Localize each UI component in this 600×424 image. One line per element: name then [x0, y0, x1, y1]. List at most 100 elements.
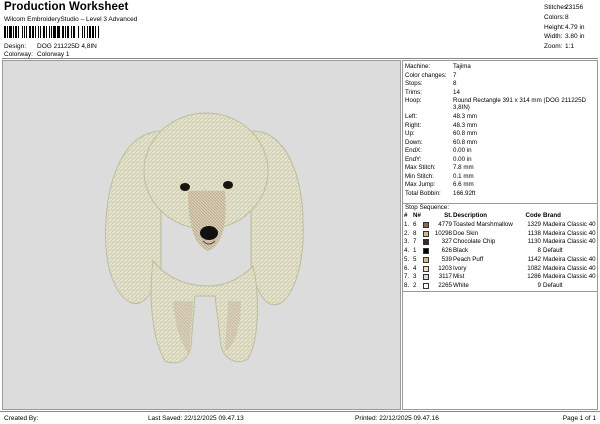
- info-value: 14: [453, 88, 460, 96]
- info-row: Down: 60.8 mm: [405, 139, 597, 148]
- info-row: Right: 48.3 mm: [405, 122, 597, 131]
- printed-date: Printed: 22/12/2025 09.47.16: [355, 415, 439, 422]
- info-label: Left:: [405, 113, 418, 120]
- thread-code: 9: [537, 281, 541, 289]
- thread-description: Toasted Marshmallow: [453, 221, 513, 228]
- stop-sequence-title: Stop Sequence:: [405, 204, 450, 211]
- col-header-stitches: St.: [444, 212, 452, 219]
- info-value: 48.3 mm: [453, 121, 478, 129]
- thread-description: White: [453, 281, 469, 289]
- stat-label: Height:: [544, 23, 565, 31]
- stop-sequence-row: 1. 6 4779 Toasted Marshmallow 1329 Madeira Cl…: [403, 221, 599, 230]
- section-divider: [403, 291, 597, 292]
- stat-value: 8: [565, 13, 569, 21]
- thread-description: Chocolate Chip: [453, 238, 496, 246]
- stat-value: 1:1: [565, 43, 575, 51]
- info-label: Up:: [405, 130, 415, 137]
- info-label: Stops:: [405, 80, 423, 87]
- thread-code: 1286: [527, 273, 541, 281]
- info-row: Max Stitch: 7.8 mm: [405, 164, 597, 173]
- thread-brand: Default: [543, 247, 563, 255]
- col-header-code: Code: [525, 212, 541, 219]
- created-by: Created By:: [4, 415, 39, 422]
- info-row: Max Jump: 6.6 mm: [405, 181, 597, 190]
- thread-code: 1130: [527, 238, 541, 246]
- stat-stitches: Stitches: 23156: [544, 3, 596, 13]
- thread-code: 1082: [527, 264, 541, 272]
- info-row: Hoop: Round Rectangle 391 x 314 mm (DOG 2…: [405, 97, 597, 113]
- barcode-bar: [98, 26, 101, 38]
- thread-code: 1138: [527, 229, 541, 237]
- stat-height: Height: 4.79 in: [544, 23, 596, 33]
- stop-sequence-row: 2. 8 10298 Doe Skin 1138 Madeira Classic 40: [403, 230, 599, 239]
- info-label: Max Jump:: [405, 181, 436, 188]
- info-label: Machine:: [405, 63, 431, 70]
- stitch-count: 10298: [434, 229, 452, 237]
- info-value: 60.8 mm: [453, 138, 478, 146]
- info-row: Color changes: 7: [405, 72, 597, 81]
- info-value: 166.92ft: [453, 189, 476, 197]
- info-value: Tajima: [453, 63, 471, 70]
- info-label: Hoop:: [405, 97, 422, 104]
- info-value: 6.6 mm: [453, 181, 474, 188]
- info-value: Round Rectangle 391 x 314 mm (DOG 211225…: [453, 97, 586, 111]
- info-value: 0.00 in: [453, 155, 472, 163]
- design-label: Design:: [4, 43, 27, 50]
- info-row: Stops: 8: [405, 80, 597, 89]
- info-value: 60.8 mm: [453, 130, 478, 137]
- software-name: Wilcom EmbroideryStudio – Level 3 Advanc…: [4, 16, 138, 23]
- stitch-count: 2265: [438, 281, 452, 289]
- thread-brand: Madeira Classic 40: [543, 264, 596, 272]
- design-value: DOG 211225D 4,8IN: [37, 43, 97, 50]
- info-row: EndX: 0.00 in: [405, 147, 597, 156]
- col-header-description: Description: [453, 212, 488, 219]
- page-title: Production Worksheet: [4, 1, 129, 13]
- thread-brand: Madeira Classic 40: [543, 221, 596, 228]
- info-value: 0.00 in: [453, 147, 472, 154]
- header-divider: [2, 58, 598, 59]
- thread-brand: Madeira Classic 40: [543, 229, 596, 237]
- info-label: Trims:: [405, 88, 422, 96]
- info-label: Right:: [405, 121, 422, 129]
- stat-value: 4.79 in: [565, 23, 585, 31]
- stat-zoom: Zoom: 1:1: [544, 42, 596, 52]
- info-label: Total Bobbin:: [405, 189, 441, 197]
- stitch-count: 1203: [438, 264, 452, 272]
- col-header-needle: N#: [413, 212, 421, 219]
- info-row: Left: 48.3 mm: [405, 113, 597, 122]
- thread-code: 1329: [527, 221, 541, 228]
- info-row: EndY: 0.00 in: [405, 156, 597, 165]
- stop-sequence-row: 8. 2 2265 White 9 Default: [403, 282, 599, 291]
- last-saved: Last Saved: 22/12/2025 09.47.13: [148, 415, 244, 422]
- stop-sequence-header: # N# St. Description Code Brand: [403, 212, 599, 220]
- thread-description: Ivory: [453, 264, 467, 272]
- stitch-count: 327: [441, 238, 452, 246]
- colorway-label: Colorway:: [4, 51, 33, 58]
- machine-info-panel: Stop Sequence: # N# St. Description Code…: [402, 60, 598, 410]
- info-label: Min Stitch:: [405, 172, 434, 180]
- colorway-value: Colorway 1: [37, 51, 70, 58]
- thread-brand: Default: [543, 281, 563, 289]
- design-stats: Stitches: 23156 Colors: 8 Height: 4.79 in W…: [544, 3, 596, 52]
- info-row: Trims: 14: [405, 89, 597, 98]
- info-value: 48.3 mm: [453, 113, 478, 120]
- stitch-count: 3117: [438, 273, 452, 281]
- stat-label: Zoom:: [544, 43, 563, 51]
- stat-value: 3.80 in: [565, 33, 585, 41]
- thread-description: Mist: [453, 273, 465, 281]
- design-line: Design: DOG 211225D 4,8IN: [4, 43, 97, 50]
- stop-sequence-row: 6. 4 1203 Ivory 1082 Madeira Classic 40: [403, 265, 599, 274]
- stop-sequence-row: 4. 1 626 Black 8 Default: [403, 247, 599, 256]
- stat-label: Colors:: [544, 13, 565, 21]
- poodle-embroidery-image: [104, 112, 304, 364]
- thread-description: Black: [453, 247, 469, 255]
- col-header-brand: Brand: [543, 212, 561, 219]
- thread-brand: Madeira Classic 40: [543, 238, 596, 246]
- colorway-line: Colorway: Colorway 1: [4, 51, 70, 58]
- stop-sequence-row: 7. 3 3117 Mist 1286 Madeira Classic 40: [403, 273, 599, 282]
- thread-description: Doe Skin: [453, 229, 479, 237]
- stat-value: 23156: [565, 4, 584, 11]
- stat-colors: Colors: 8: [544, 13, 596, 23]
- thread-brand: Madeira Classic 40: [543, 273, 596, 281]
- stat-label: Stitches:: [544, 4, 569, 11]
